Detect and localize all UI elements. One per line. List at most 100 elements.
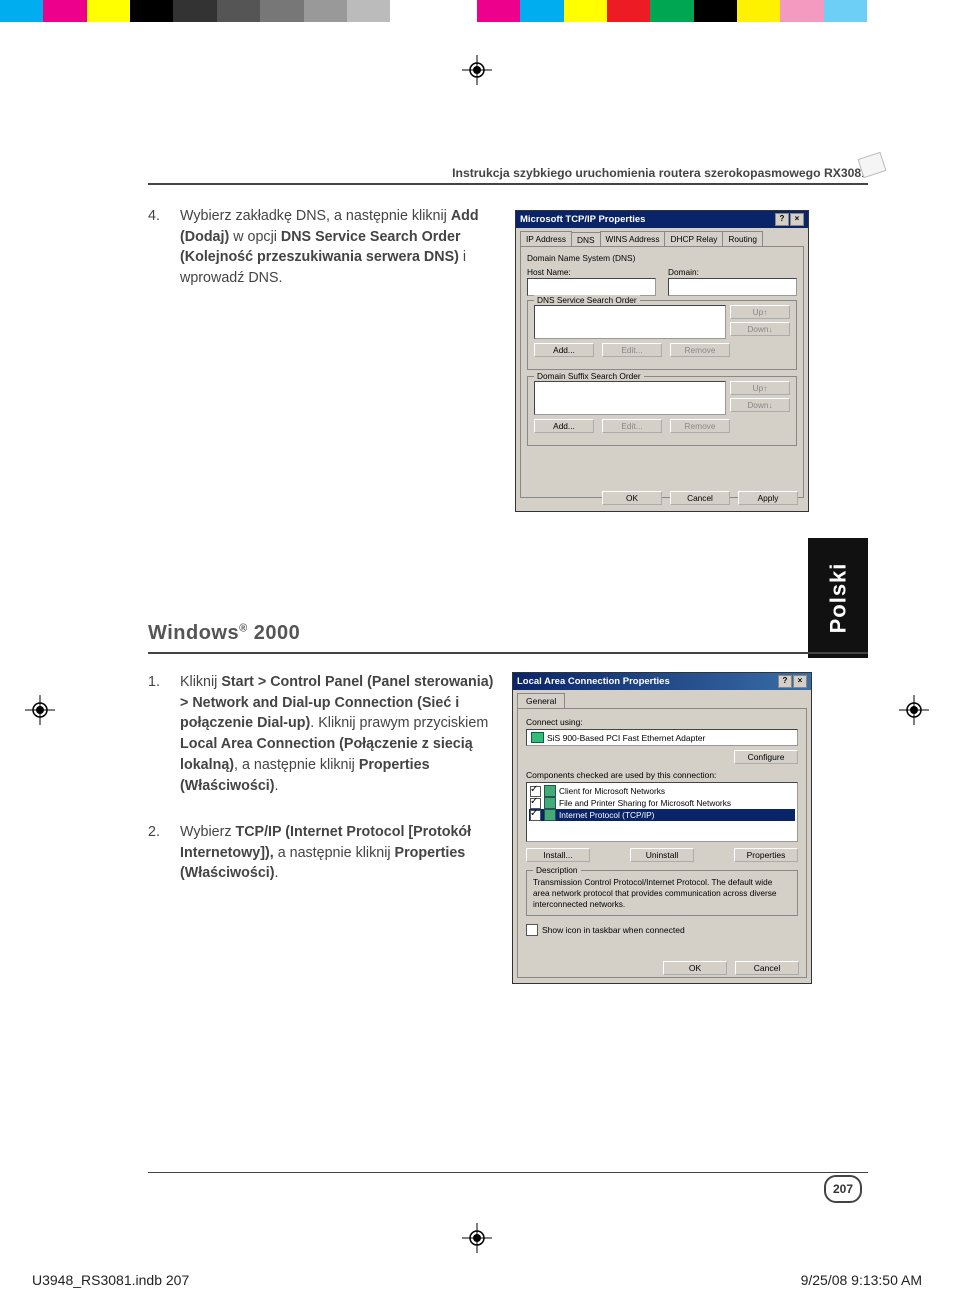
divider (148, 1172, 868, 1174)
adapter-field: SiS 900-Based PCI Fast Ethernet Adapter (526, 729, 798, 746)
tab-pane: Domain Name System (DNS) Host Name: Doma… (520, 246, 804, 498)
remove-button[interactable]: Remove (670, 343, 730, 357)
registration-mark-icon (462, 55, 492, 85)
edit-button[interactable]: Edit... (602, 343, 662, 357)
text: ® (239, 622, 248, 634)
text: w opcji (229, 229, 281, 245)
uninstall-button[interactable]: Uninstall (630, 848, 694, 862)
domain-input[interactable] (668, 278, 797, 296)
print-colorbar (0, 0, 954, 22)
dialog-titlebar: Local Area Connection Properties ?× (513, 673, 811, 690)
configure-button[interactable]: Configure (734, 750, 798, 764)
footer-right: 9/25/08 9:13:50 AM (801, 1272, 922, 1288)
show-icon-row[interactable]: Show icon in taskbar when connected (526, 924, 798, 936)
help-icon[interactable]: ? (775, 213, 789, 226)
tab-dhcp[interactable]: DHCP Relay (664, 231, 723, 246)
add-button[interactable]: Add... (534, 343, 594, 357)
checkbox-icon[interactable] (526, 924, 538, 936)
window-buttons: ?× (774, 213, 804, 226)
add-button[interactable]: Add... (534, 419, 594, 433)
close-icon[interactable]: × (793, 675, 807, 688)
tabs: IP Address DNS WINS Address DHCP Relay R… (520, 231, 804, 246)
tab-pane: Connect using: SiS 900-Based PCI Fast Et… (517, 708, 807, 978)
step-2: 2. Wybierz TCP/IP (Internet Protocol [Pr… (148, 822, 498, 884)
up-button[interactable]: Up↑ (730, 381, 790, 395)
tab-routing[interactable]: Routing (722, 231, 763, 246)
text: Kliknij (180, 674, 221, 690)
dns-search-list[interactable] (534, 305, 726, 339)
item-label: Client for Microsoft Networks (559, 786, 665, 796)
group-label: Domain Name System (DNS) (527, 253, 797, 263)
edit-button[interactable]: Edit... (602, 419, 662, 433)
window-buttons: ?× (777, 675, 807, 688)
tab-ipaddress[interactable]: IP Address (520, 231, 572, 246)
hostname-input[interactable] (527, 278, 656, 296)
dialog-title: Local Area Connection Properties (517, 676, 670, 687)
tcpip-properties-dialog: Microsoft TCP/IP Properties ?× IP Addres… (515, 210, 809, 512)
show-icon-label: Show icon in taskbar when connected (542, 925, 685, 935)
page-header: Instrukcja szybkiego uruchomienia router… (148, 166, 868, 185)
domain-label: Domain: (668, 267, 797, 277)
tab-dns[interactable]: DNS (571, 232, 601, 247)
text: , a następnie kliknij (234, 757, 359, 773)
step-1: 1. Kliknij Start > Control Panel (Panel … (148, 672, 498, 796)
component-icon (544, 809, 556, 821)
divider (148, 652, 868, 654)
step-4: 4. Wybierz zakładkę DNS, a następnie kli… (148, 206, 498, 289)
registration-mark-icon (25, 695, 55, 725)
text: . Kliknij prawym przyciskiem (310, 715, 488, 731)
registration-mark-icon (899, 695, 929, 725)
cancel-button[interactable]: Cancel (735, 961, 799, 975)
ok-button[interactable]: OK (663, 961, 727, 975)
properties-button[interactable]: Properties (734, 848, 798, 862)
help-icon[interactable]: ? (778, 675, 792, 688)
brand-icon (857, 152, 886, 178)
text: 2000 (248, 622, 301, 644)
dialog-titlebar: Microsoft TCP/IP Properties ?× (516, 211, 808, 228)
footer-left: U3948_RS3081.indb 207 (32, 1272, 189, 1288)
down-button[interactable]: Down↓ (730, 398, 790, 412)
install-button[interactable]: Install... (526, 848, 590, 862)
text: a następnie kliknij (274, 845, 395, 861)
hostname-label: Host Name: (527, 267, 656, 277)
close-icon[interactable]: × (790, 213, 804, 226)
list-item[interactable]: Client for Microsoft Networks (529, 785, 795, 797)
cancel-button[interactable]: Cancel (670, 491, 730, 505)
page-number: 207 (824, 1175, 862, 1203)
component-icon (544, 785, 556, 797)
ok-button[interactable]: OK (602, 491, 662, 505)
step-number: 2. (148, 822, 170, 843)
checkbox-icon[interactable] (530, 810, 541, 821)
list-item[interactable]: Internet Protocol (TCP/IP) (529, 809, 795, 821)
text: . (275, 865, 279, 881)
step-number: 1. (148, 672, 170, 693)
up-button[interactable]: Up↑ (730, 305, 790, 319)
suffix-search-list[interactable] (534, 381, 726, 415)
apply-button[interactable]: Apply (738, 491, 798, 505)
nic-icon (531, 732, 544, 743)
language-label: Polski (825, 563, 851, 634)
step-number: 4. (148, 206, 170, 227)
list-item[interactable]: File and Printer Sharing for Microsoft N… (529, 797, 795, 809)
group-label: Domain Suffix Search Order (534, 371, 644, 381)
text: Windows (148, 622, 239, 644)
section-heading: Windows® 2000 (148, 622, 300, 645)
component-icon (544, 797, 556, 809)
remove-button[interactable]: Remove (670, 419, 730, 433)
registration-mark-icon (462, 1223, 492, 1253)
adapter-name: SiS 900-Based PCI Fast Ethernet Adapter (547, 733, 705, 743)
dialog-title: Microsoft TCP/IP Properties (520, 214, 645, 225)
item-label: File and Printer Sharing for Microsoft N… (559, 798, 731, 808)
down-button[interactable]: Down↓ (730, 322, 790, 336)
text: . (275, 778, 279, 794)
description-label: Description (533, 865, 581, 876)
tab-wins[interactable]: WINS Address (600, 231, 666, 246)
text: Wybierz (180, 824, 235, 840)
description-text: Transmission Control Protocol/Internet P… (533, 877, 777, 909)
components-label: Components checked are used by this conn… (526, 770, 798, 780)
connect-using-label: Connect using: (526, 717, 798, 727)
components-list[interactable]: Client for Microsoft Networks File and P… (526, 782, 798, 842)
tab-general[interactable]: General (517, 693, 565, 708)
text: Wybierz zakładkę DNS, a następnie klikni… (180, 208, 451, 224)
item-label: Internet Protocol (TCP/IP) (559, 810, 654, 820)
